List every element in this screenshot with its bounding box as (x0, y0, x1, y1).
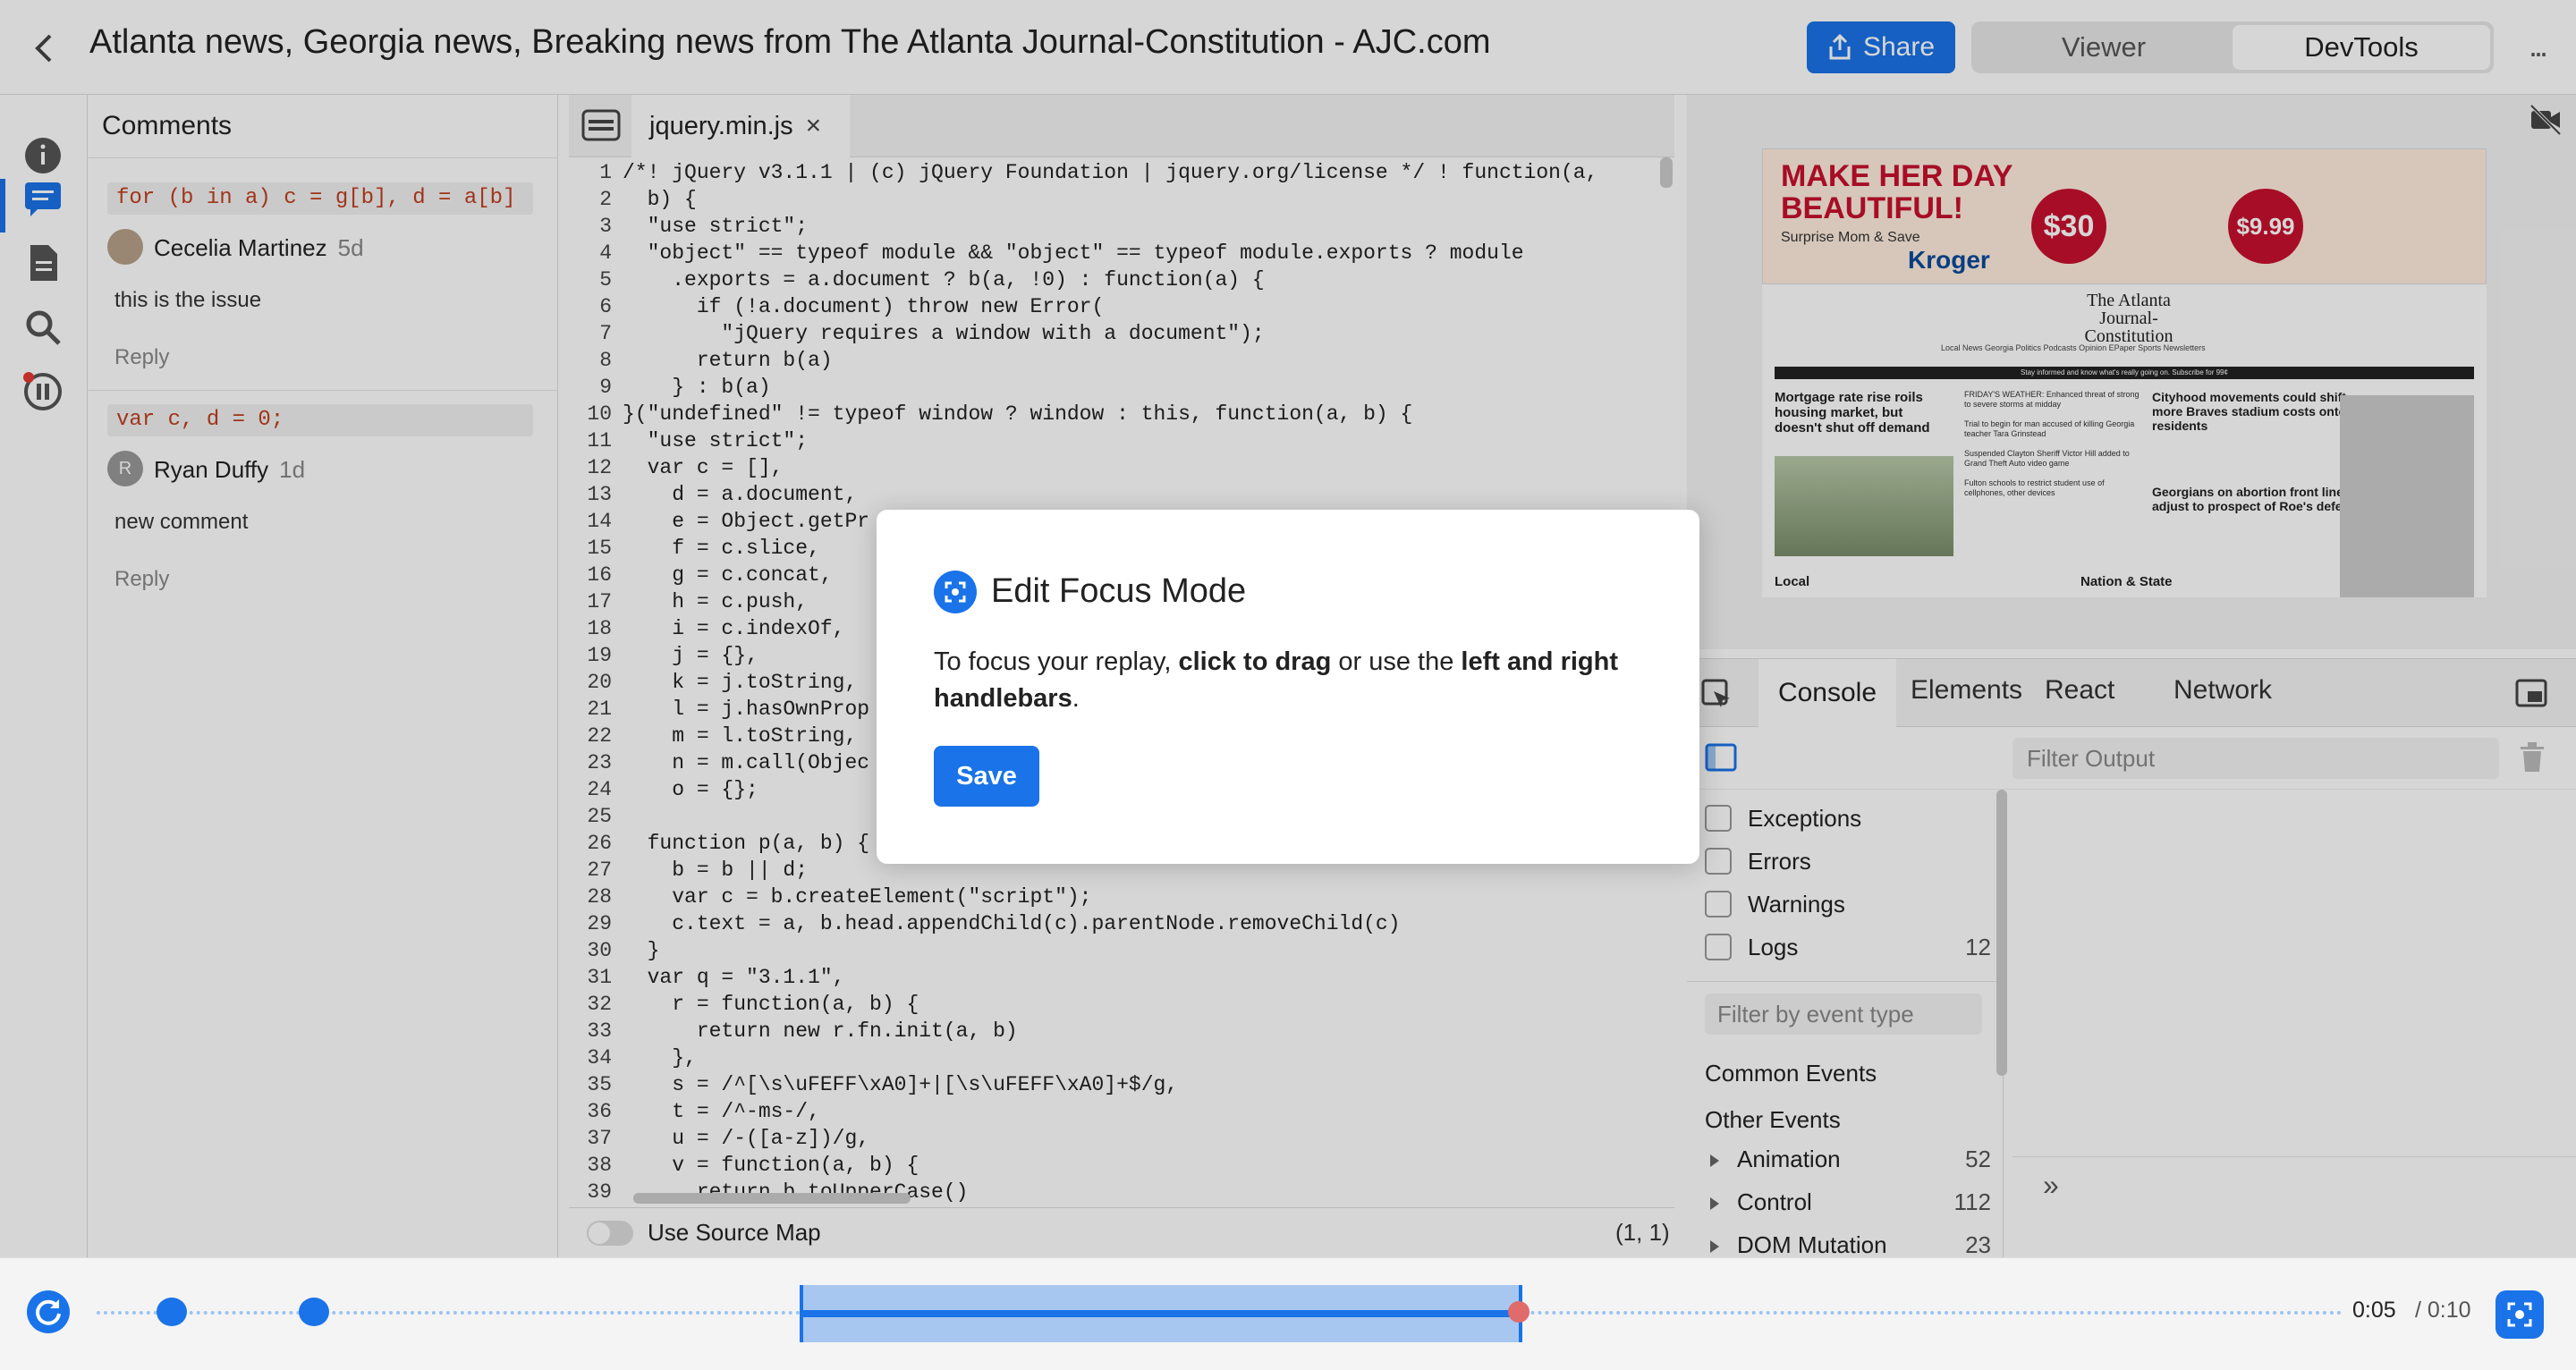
focus-mode-icon (934, 571, 977, 613)
body-text: To focus your replay, (934, 647, 1179, 676)
replay-icon[interactable] (27, 1290, 70, 1333)
dialog-body: To focus your replay, click to drag or u… (934, 644, 1649, 717)
save-button[interactable]: Save (934, 746, 1039, 807)
focus-mode-button[interactable] (2496, 1290, 2544, 1339)
dialog-title: Edit Focus Mode (991, 572, 1247, 610)
comment-marker-icon[interactable] (299, 1298, 329, 1326)
body-text: or use the (1331, 647, 1462, 676)
progress-bar (800, 1310, 1522, 1317)
current-time: 0:05 (2352, 1298, 2396, 1323)
edit-focus-mode-dialog: Edit Focus Mode To focus your replay, cl… (877, 510, 1699, 864)
total-time: / 0:10 (2415, 1298, 2471, 1323)
body-emphasis: click to drag (1178, 647, 1332, 676)
replay-timeline: 0:05 / 0:10 (0, 1257, 2576, 1370)
body-text: . (1072, 684, 1080, 713)
comment-marker-icon[interactable] (157, 1298, 187, 1326)
playhead[interactable] (1508, 1301, 1530, 1323)
